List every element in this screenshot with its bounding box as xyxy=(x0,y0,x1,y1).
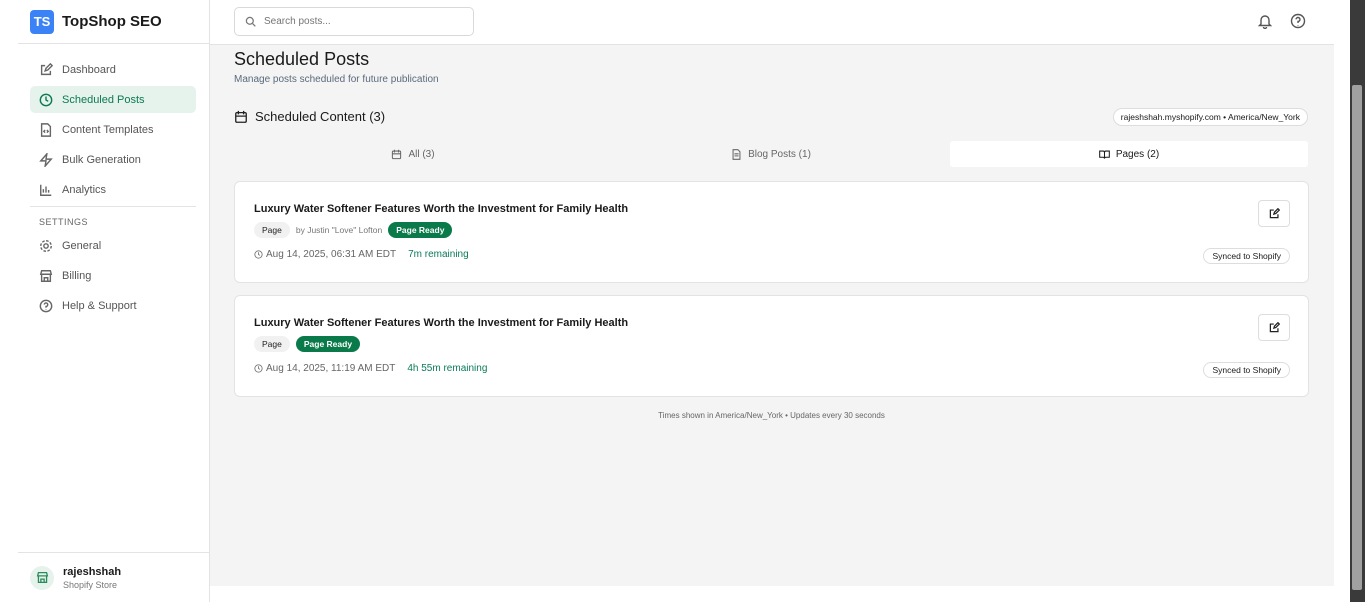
section-header: Scheduled Content (3) xyxy=(234,109,385,124)
sidebar-item-label: Analytics xyxy=(62,183,107,196)
tab-label: Blog Posts (1) xyxy=(748,148,811,160)
store-icon xyxy=(30,565,54,590)
sidebar-item-bulk-generation[interactable]: Bulk Generation xyxy=(30,146,196,173)
file-code-icon xyxy=(40,122,52,137)
tab-label: All (3) xyxy=(408,148,435,160)
post-title[interactable]: Luxury Water Softener Features Worth the… xyxy=(254,317,628,329)
user-profile[interactable]: rajeshshah Shopify Store xyxy=(18,552,209,602)
clock-icon xyxy=(254,364,263,373)
zap-icon xyxy=(39,152,53,167)
type-badge: Page xyxy=(254,336,290,352)
calendar-icon xyxy=(235,110,247,123)
search-box[interactable] xyxy=(234,7,474,36)
author: by Justin "Love" Lofton xyxy=(295,225,383,235)
scrollbar-thumb[interactable] xyxy=(1352,85,1362,590)
edit-icon xyxy=(1269,322,1280,333)
post-card: Luxury Water Softener Features Worth the… xyxy=(234,181,1309,283)
sidebar-item-label: Bulk Generation xyxy=(62,153,141,166)
sidebar-item-label: Help & Support xyxy=(62,299,137,312)
main-content: Scheduled Posts Manage posts scheduled f… xyxy=(210,45,1334,586)
user-name: rajeshshah xyxy=(63,565,122,578)
divider xyxy=(30,206,196,207)
edit-button[interactable] xyxy=(1258,200,1290,227)
brand[interactable]: TS TopShop SEO xyxy=(18,0,209,44)
brand-name: TopShop SEO xyxy=(62,13,162,30)
type-badge: Page xyxy=(254,222,290,238)
book-open-icon xyxy=(1098,150,1110,159)
bell-icon[interactable] xyxy=(1257,13,1273,29)
edit-icon xyxy=(40,62,53,75)
file-text-icon xyxy=(732,148,741,160)
section-title: Scheduled Content (3) xyxy=(255,109,386,124)
scheduled-date: Aug 14, 2025, 06:31 AM EDT xyxy=(266,249,397,260)
user-subtitle: Shopify Store xyxy=(63,579,118,590)
calendar-icon xyxy=(392,149,402,159)
time-remaining: 4h 55m remaining xyxy=(407,363,488,374)
scrollbar[interactable] xyxy=(1334,0,1365,602)
tab-blog-posts[interactable]: Blog Posts (1) xyxy=(592,141,950,167)
search-icon xyxy=(245,16,256,27)
edit-icon xyxy=(1269,208,1280,219)
sidebar-item-help-support[interactable]: Help & Support xyxy=(30,292,196,319)
search-input[interactable] xyxy=(264,16,464,27)
tab-label: Pages (2) xyxy=(1115,148,1160,160)
post-card: Luxury Water Softener Features Worth the… xyxy=(234,295,1309,397)
time-remaining: 7m remaining xyxy=(408,249,469,260)
bar-chart-icon xyxy=(40,184,52,196)
tab-pages[interactable]: Pages (2) xyxy=(950,141,1308,167)
scheduled-date: Aug 14, 2025, 11:19 AM EDT xyxy=(266,363,396,374)
sidebar-item-analytics[interactable]: Analytics xyxy=(30,176,196,203)
sync-badge: Synced to Shopify xyxy=(1203,362,1290,378)
sidebar-item-label: Dashboard xyxy=(62,63,116,76)
sidebar-item-label: Billing xyxy=(62,269,92,282)
help-icon[interactable] xyxy=(1290,13,1306,29)
logo: TS xyxy=(30,9,54,34)
tabs: All (3) Blog Posts (1) Pages (2) xyxy=(234,141,1308,167)
store-icon xyxy=(39,269,53,282)
status-badge: Page Ready xyxy=(295,336,361,352)
gear-icon xyxy=(40,239,52,252)
footer-note: Times shown in America/New_York • Update… xyxy=(658,411,885,420)
sidebar: TS TopShop SEO Dashboard Scheduled Posts… xyxy=(0,0,210,602)
edit-button[interactable] xyxy=(1258,314,1290,341)
sidebar-item-label: General xyxy=(62,239,102,252)
clock-icon xyxy=(254,250,263,259)
page-subtitle: Manage posts scheduled for future public… xyxy=(234,74,439,85)
sync-badge: Synced to Shopify xyxy=(1203,248,1290,264)
sidebar-item-label: Content Templates xyxy=(62,123,154,136)
post-title[interactable]: Luxury Water Softener Features Worth the… xyxy=(254,203,628,215)
sidebar-item-label: Scheduled Posts xyxy=(62,93,145,106)
sidebar-item-general[interactable]: General xyxy=(30,232,196,259)
sidebar-item-content-templates[interactable]: Content Templates xyxy=(30,116,196,143)
clock-icon xyxy=(39,93,53,106)
topbar xyxy=(210,0,1334,45)
help-icon xyxy=(39,299,53,312)
sidebar-item-dashboard[interactable]: Dashboard xyxy=(30,56,196,83)
settings-label: SETTINGS xyxy=(39,217,89,227)
tab-all[interactable]: All (3) xyxy=(234,141,592,167)
status-badge: Page Ready xyxy=(388,222,453,238)
sidebar-item-billing[interactable]: Billing xyxy=(30,262,196,289)
store-badge: rajeshshah.myshopify.com • America/New_Y… xyxy=(1112,108,1308,126)
sidebar-item-scheduled-posts[interactable]: Scheduled Posts xyxy=(30,86,196,113)
page-title: Scheduled Posts xyxy=(234,49,370,69)
